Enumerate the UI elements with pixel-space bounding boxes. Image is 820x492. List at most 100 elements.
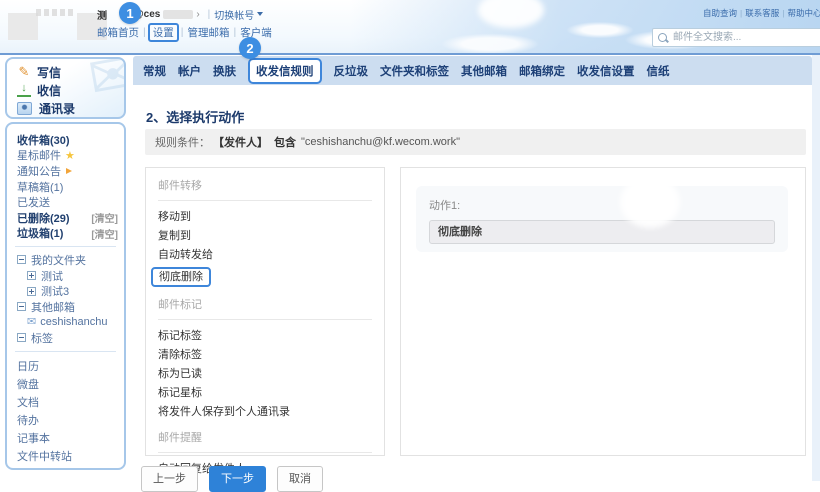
speaker-icon [66, 168, 75, 174]
tree-folder-test[interactable]: 测试 [7, 268, 124, 284]
wizard-buttons: 上一步 下一步 取消 [141, 466, 323, 492]
contacts-icon [17, 102, 32, 115]
logo-redacted-block [8, 13, 38, 40]
help-center-link[interactable]: 帮助中心 [787, 7, 820, 19]
next-step-button[interactable]: 下一步 [209, 466, 266, 492]
nav-manage-mailbox[interactable]: 管理邮箱 [187, 25, 229, 40]
action-copy-to[interactable]: 复制到 [158, 227, 372, 246]
tab-other-mailboxes[interactable]: 其他邮箱 [461, 63, 507, 79]
folder-spam[interactable]: 垃圾箱(1) [清空] [7, 226, 124, 242]
tab-account[interactable]: 帐户 [178, 63, 201, 79]
settings-tabbar: 常规 帐户 换肤 收发信规则 反垃圾 文件夹和标签 其他邮箱 邮箱绑定 收发信设… [133, 56, 812, 85]
tab-antispam[interactable]: 反垃圾 [334, 63, 369, 79]
tab-folders-labels[interactable]: 文件夹和标签 [380, 63, 449, 79]
receive-icon: ↓ [17, 84, 31, 97]
cancel-button[interactable]: 取消 [277, 466, 323, 492]
action-group-header-transfer: 邮件转移 [158, 178, 372, 194]
search-input[interactable] [671, 31, 816, 44]
nav-mailbox-home[interactable]: 邮箱首页 [97, 25, 139, 40]
account-expand-arrow-icon[interactable]: › [196, 9, 199, 20]
divider [158, 452, 372, 453]
tab-stationery[interactable]: 信纸 [647, 63, 670, 79]
header-divider [0, 53, 820, 55]
rule-condition-bar: 规则条件： 【发件人】 包含 "ceshishanchu@kf.wecom.wo… [145, 129, 806, 155]
folder-sent[interactable]: 已发送 [7, 194, 124, 210]
tab-send-receive-settings[interactable]: 收发信设置 [577, 63, 635, 79]
account-email-redacted [163, 10, 193, 19]
collapse-icon[interactable] [17, 302, 26, 311]
action-1-card: 动作1: 彻底删除 [416, 186, 788, 252]
empty-folder-link[interactable]: [清空] [91, 226, 118, 241]
tab-mail-rules-active[interactable]: 收发信规则 [248, 58, 322, 84]
divider [15, 246, 116, 247]
compose-mail-button[interactable]: ✎ 写信 [7, 63, 124, 81]
tab-skin[interactable]: 换肤 [213, 63, 236, 79]
step-section-title: 2、选择执行动作 [146, 107, 244, 126]
account-name-fragment: 测 [97, 7, 107, 22]
action-auto-forward[interactable]: 自动转发给 [158, 246, 372, 265]
sidebar-item-weidrive[interactable]: 微盘 [7, 375, 124, 393]
step-callout-2: 2 [239, 37, 261, 59]
action-save-sender-to-contacts[interactable]: 将发件人保存到个人通讯录 [158, 403, 372, 422]
folder-starred[interactable]: 星标邮件 ★ [7, 148, 124, 164]
contacts-button[interactable]: 通讯录 [7, 99, 124, 117]
rule-condition-field: 【发件人】 [213, 134, 268, 150]
tree-folder-test3[interactable]: 测试3 [7, 283, 124, 299]
action-clear-label[interactable]: 清除标签 [158, 346, 372, 365]
annotation-box-settings: 设置 [148, 23, 179, 42]
tab-general[interactable]: 常规 [143, 63, 166, 79]
sidebar-item-file-transfer[interactable]: 文件中转站 [7, 447, 124, 465]
folder-drafts[interactable]: 草稿箱(1) [7, 179, 124, 195]
expand-icon[interactable] [27, 271, 36, 280]
sidebar-item-notes[interactable]: 记事本 [7, 429, 124, 447]
nav-settings[interactable]: 设置 [153, 27, 174, 39]
help-links: 自助查询 | 联系客服 | 帮助中心 | 退出 [703, 7, 820, 19]
step-callout-1: 1 [119, 2, 141, 24]
folder-deleted[interactable]: 已删除(29) [清空] [7, 210, 124, 226]
empty-folder-link[interactable]: [清空] [91, 210, 118, 225]
sidebar-item-todo[interactable]: 待办 [7, 411, 124, 429]
divider [15, 351, 116, 352]
search-icon [658, 33, 667, 42]
tree-other-mailboxes[interactable]: 其他邮箱 [7, 299, 124, 315]
compose-icon: ✎ [17, 64, 31, 80]
sidebar-compose-box: ✉ ✎ 写信 ↓ 收信 通讯录 [5, 57, 126, 119]
tree-account-ceshishanchu[interactable]: ✉ ceshishanchu [7, 315, 124, 331]
action-mark-star[interactable]: 标记星标 [158, 384, 372, 403]
action-delete-completely-annotated[interactable]: 彻底删除 [151, 267, 211, 287]
action-type-list-panel: 邮件转移 移动到 复制到 自动转发给 彻底删除 邮件标记 标记标签 清除标签 标… [145, 167, 385, 456]
page-right-margin [812, 55, 820, 481]
divider [158, 200, 372, 201]
rule-condition-value: "ceshishanchu@kf.wecom.work" [301, 136, 460, 148]
tree-my-folders[interactable]: 我的文件夹 [7, 252, 124, 268]
separator: | [233, 26, 236, 38]
folder-inbox[interactable]: 收件箱(30) [7, 132, 124, 148]
sidebar-item-docs[interactable]: 文档 [7, 393, 124, 411]
action-tag-label[interactable]: 标记标签 [158, 327, 372, 346]
action-detail-panel: 动作1: 彻底删除 [400, 167, 806, 456]
redaction-blob [620, 176, 680, 228]
self-query-link[interactable]: 自助查询 [703, 7, 737, 19]
action-group-header-mark: 邮件标记 [158, 297, 372, 313]
chevron-down-icon [257, 12, 263, 19]
receive-mail-button[interactable]: ↓ 收信 [7, 81, 124, 99]
rule-condition-operator: 包含 [274, 134, 296, 150]
separator: | [143, 26, 146, 38]
separator: | [208, 9, 211, 20]
action-move-to[interactable]: 移动到 [158, 208, 372, 227]
switch-account-link[interactable]: 切换帐号 [214, 7, 263, 22]
tab-mailbox-binding[interactable]: 邮箱绑定 [519, 63, 565, 79]
tree-labels[interactable]: 标签 [7, 330, 124, 346]
expand-icon[interactable] [27, 287, 36, 296]
contact-support-link[interactable]: 联系客服 [745, 7, 779, 19]
mail-search-box[interactable] [652, 28, 820, 47]
collapse-icon[interactable] [17, 255, 26, 264]
sidebar-item-calendar[interactable]: 日历 [7, 357, 124, 375]
action-mark-read[interactable]: 标为已读 [158, 365, 372, 384]
separator: | [740, 8, 742, 18]
folder-announcements[interactable]: 通知公告 [7, 163, 124, 179]
collapse-icon[interactable] [17, 333, 26, 342]
star-icon: ★ [65, 149, 75, 162]
action-1-value-field[interactable]: 彻底删除 [429, 220, 775, 244]
prev-step-button[interactable]: 上一步 [141, 466, 198, 492]
